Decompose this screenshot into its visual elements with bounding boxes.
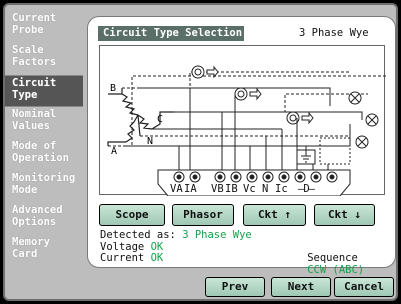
- terminal-label-vc: Vc: [243, 183, 256, 195]
- circuit-mode-label: 3 Phase Wye: [299, 27, 369, 39]
- sidebar-item-mode-of-operation[interactable]: Mode of Operation: [5, 139, 83, 171]
- sidebar: Current Probe Scale Factors Circuit Type…: [5, 11, 85, 267]
- panel-title: Circuit Type Selection: [98, 26, 244, 41]
- sequence-label: Sequence: [307, 252, 358, 264]
- terminal-label-ib: IB: [225, 183, 238, 195]
- status-line-voltage: Voltage OK Sequence CCW (ABC): [100, 240, 386, 276]
- current-label: Current: [100, 252, 145, 264]
- circuit-type-panel: Circuit Type Selection 3 Phase Wye B C A…: [87, 16, 396, 276]
- detected-value: 3 Phase Wye: [182, 229, 252, 241]
- sidebar-item-memory-card[interactable]: Memory Card: [5, 235, 83, 267]
- sidebar-item-nominal-values[interactable]: Nominal Values: [5, 107, 83, 139]
- ground-icon: [301, 146, 311, 163]
- sidebar-item-scale-factors[interactable]: Scale Factors: [5, 43, 83, 75]
- current-clamps: [191, 65, 300, 125]
- wye-source: [107, 88, 174, 146]
- sidebar-item-circuit-type[interactable]: Circuit Type: [5, 75, 83, 107]
- wiring-diagram-svg: B C A N: [107, 65, 386, 196]
- sidebar-item-monitoring-mode[interactable]: Monitoring Mode: [5, 171, 83, 203]
- sequence-value: CCW (ABC): [307, 263, 365, 276]
- detection-status: Detected as: 3 Phase Wye Voltage OK Sequ…: [100, 229, 386, 276]
- voltage-label: Voltage: [100, 240, 145, 253]
- phasor-button[interactable]: Phasor: [172, 204, 234, 226]
- terminal-label-d-bracket: —D—: [298, 183, 315, 195]
- circuit-up-button[interactable]: Ckt ↑: [243, 204, 306, 226]
- load-box: [319, 137, 351, 165]
- current-value: OK: [150, 252, 164, 264]
- source-label-b: B: [110, 83, 116, 94]
- bus-lines: [108, 71, 386, 147]
- detected-label: Detected as:: [100, 229, 176, 241]
- voltage-value: OK: [150, 240, 164, 253]
- terminal-label-vb: VB: [211, 183, 224, 195]
- terminal-label-va: VA: [170, 183, 183, 195]
- source-label-a: A: [111, 146, 117, 157]
- instrument-screen: Current Probe Scale Factors Circuit Type…: [3, 3, 398, 301]
- loads: [348, 91, 379, 149]
- scope-button[interactable]: Scope: [99, 204, 165, 226]
- terminal-labels: VA IA VB IB Vc N Ic —D—: [170, 182, 370, 196]
- sidebar-item-current-probe[interactable]: Current Probe: [5, 11, 83, 43]
- terminal-label-ic: Ic: [275, 183, 288, 195]
- sidebar-item-advanced-options[interactable]: Advanced Options: [5, 203, 83, 235]
- source-label-n: N: [147, 136, 153, 147]
- source-label-c: C: [157, 114, 163, 125]
- cancel-button[interactable]: Cancel: [334, 277, 394, 297]
- wiring-diagram: B C A N VA IA VB IB Vc N Ic —D—: [99, 45, 386, 196]
- circuit-down-button[interactable]: Ckt ↓: [314, 204, 375, 226]
- next-button[interactable]: Next: [271, 277, 331, 297]
- terminal-label-ia: IA: [184, 183, 197, 195]
- prev-button[interactable]: Prev: [205, 277, 265, 297]
- terminal-jacks: [173, 171, 338, 183]
- terminal-label-n: N: [262, 183, 269, 195]
